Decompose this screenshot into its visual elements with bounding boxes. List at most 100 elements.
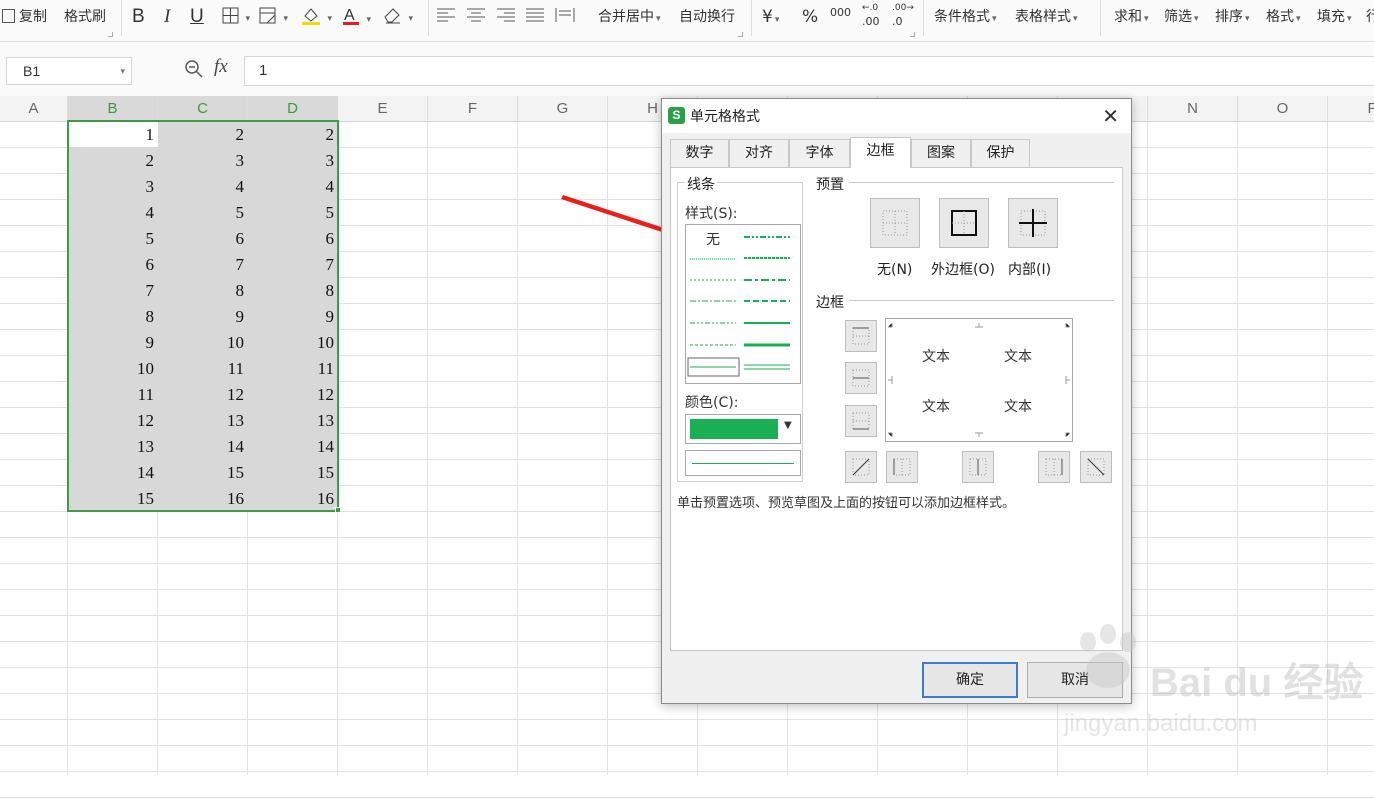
fx-button[interactable]: fx (214, 56, 228, 78)
cell-style-button[interactable] (259, 6, 288, 28)
name-box[interactable]: B1 ▾ (6, 57, 132, 85)
merge-center-button[interactable]: 合并居中 (598, 6, 661, 28)
format-painter-button[interactable]: 格式刷 (64, 6, 106, 28)
border-middle-button[interactable] (845, 362, 877, 394)
border-tab-panel: 线条 样式(S): 无 颜色(C): ▼ 预置 无(N) 外边框(O) 内部(I… (670, 167, 1123, 651)
preset-none-button[interactable] (870, 198, 920, 248)
column-header-c[interactable]: C (158, 96, 248, 122)
italic-button[interactable]: I (164, 6, 170, 28)
column-header-a[interactable]: A (0, 96, 68, 122)
tab-number[interactable]: 数字 (670, 139, 729, 167)
gridline (427, 122, 428, 775)
wrap-text-button[interactable]: 自动换行 (679, 6, 735, 28)
selection-border (67, 120, 339, 512)
tab-alignment[interactable]: 对齐 (729, 139, 789, 167)
border-center-button[interactable] (962, 451, 994, 483)
decrease-decimal-button[interactable]: .00→ .0 (892, 2, 914, 28)
column-header-n[interactable]: N (1148, 96, 1238, 122)
tab-protection[interactable]: 保护 (971, 139, 1030, 167)
gridline (0, 771, 1374, 772)
underline-button[interactable]: U (190, 6, 204, 28)
border-none-icon (882, 210, 908, 236)
selected-line-preview (685, 450, 801, 476)
preset-inside-label: 内部(I) (1008, 262, 1052, 278)
column-header-b[interactable]: B (68, 96, 158, 122)
column-header-d[interactable]: D (248, 96, 338, 122)
clipboard-group-expander[interactable] (108, 32, 113, 37)
filter-button[interactable]: 筛选 (1164, 6, 1199, 28)
arrow-right-icon: .00→ (892, 3, 914, 13)
tab-border[interactable]: 边框 (850, 137, 911, 168)
more-button[interactable]: 行 (1366, 6, 1374, 28)
separator (1100, 0, 1101, 36)
dialog-title: 单元格格式 (690, 109, 760, 125)
border-diagonal-up-button[interactable] (845, 451, 877, 483)
column-header-o[interactable]: O (1238, 96, 1328, 122)
increase-decimal-button[interactable]: ←.0.00 (862, 2, 880, 28)
format-button[interactable]: 格式 (1266, 6, 1301, 28)
tab-font[interactable]: 字体 (789, 139, 850, 167)
border-right-icon (1045, 458, 1063, 476)
border-vertical-icon (969, 458, 987, 476)
preview-text: 文本 (922, 349, 950, 365)
align-right-button[interactable] (496, 6, 516, 28)
clear-button[interactable] (382, 6, 413, 28)
wps-logo-icon: S (668, 107, 685, 124)
preview-text: 文本 (922, 399, 950, 415)
justify-button[interactable] (525, 6, 545, 28)
gridline (517, 122, 518, 775)
paint-bucket-icon (302, 8, 320, 25)
zoom-icon[interactable] (184, 59, 204, 83)
fill-button[interactable]: 填充 (1317, 6, 1352, 28)
border-diagonal-down-button[interactable] (1080, 451, 1112, 483)
percent-button[interactable]: % (802, 6, 818, 28)
border-divider (849, 300, 1114, 301)
number-group-expander[interactable] (910, 32, 915, 37)
fill-color-button[interactable] (301, 6, 332, 28)
copy-button[interactable]: 复制 (2, 6, 47, 28)
column-header-g[interactable]: G (518, 96, 608, 122)
formula-input[interactable]: 1 (244, 56, 1374, 86)
thousands-separator-button[interactable]: 000 (830, 2, 851, 24)
preview-text: 文本 (1004, 349, 1032, 365)
borders-button[interactable] (222, 6, 250, 28)
alignment-group-expander[interactable] (738, 32, 743, 37)
close-icon[interactable]: ✕ (1102, 104, 1119, 128)
conditional-format-button[interactable]: 条件格式 (934, 6, 997, 28)
sort-button[interactable]: 排序 (1215, 6, 1250, 28)
justify-icon (526, 8, 544, 22)
distributed-button[interactable] (555, 6, 575, 28)
format-cells-dialog: S 单元格格式 ✕ 数字 对齐 字体 边框 图案 保护 线条 样式(S): 无 (661, 98, 1132, 704)
border-left-button[interactable] (886, 451, 918, 483)
align-left-button[interactable] (436, 6, 456, 28)
align-left-icon (437, 8, 455, 22)
line-style-list[interactable]: 无 (685, 224, 801, 384)
border-grid-icon (222, 7, 239, 24)
fill-handle[interactable] (335, 507, 341, 513)
border-bottom-button[interactable] (845, 405, 877, 437)
font-color-button[interactable]: A (342, 6, 371, 28)
table-style-button[interactable]: 表格样式 (1015, 6, 1078, 28)
border-top-button[interactable] (845, 320, 877, 352)
column-header-p[interactable]: P (1328, 96, 1374, 122)
separator (923, 0, 924, 36)
chevron-down-icon: ▼ (784, 420, 792, 431)
separator (428, 0, 429, 36)
formula-bar: B1 ▾ fx 1 (0, 42, 1374, 96)
currency-button[interactable]: ¥ (762, 6, 779, 28)
sum-button[interactable]: 求和 (1114, 6, 1149, 28)
preset-outline-button[interactable] (939, 198, 989, 248)
column-header-f[interactable]: F (428, 96, 518, 122)
color-select[interactable]: ▼ (685, 414, 801, 444)
paw-logo-icon (1060, 620, 1160, 694)
tab-pattern[interactable]: 图案 (911, 139, 971, 167)
bold-button[interactable]: B (132, 6, 145, 28)
border-right-button[interactable] (1038, 451, 1070, 483)
align-center-button[interactable] (466, 6, 486, 28)
ok-button[interactable]: 确定 (922, 662, 1018, 698)
border-preview[interactable]: 文本 文本 文本 文本 (885, 318, 1073, 442)
column-header-e[interactable]: E (338, 96, 428, 122)
dialog-titlebar[interactable]: S 单元格格式 ✕ (662, 99, 1131, 133)
border-group-title: 边框 (814, 292, 846, 312)
preset-inside-button[interactable] (1008, 198, 1058, 248)
